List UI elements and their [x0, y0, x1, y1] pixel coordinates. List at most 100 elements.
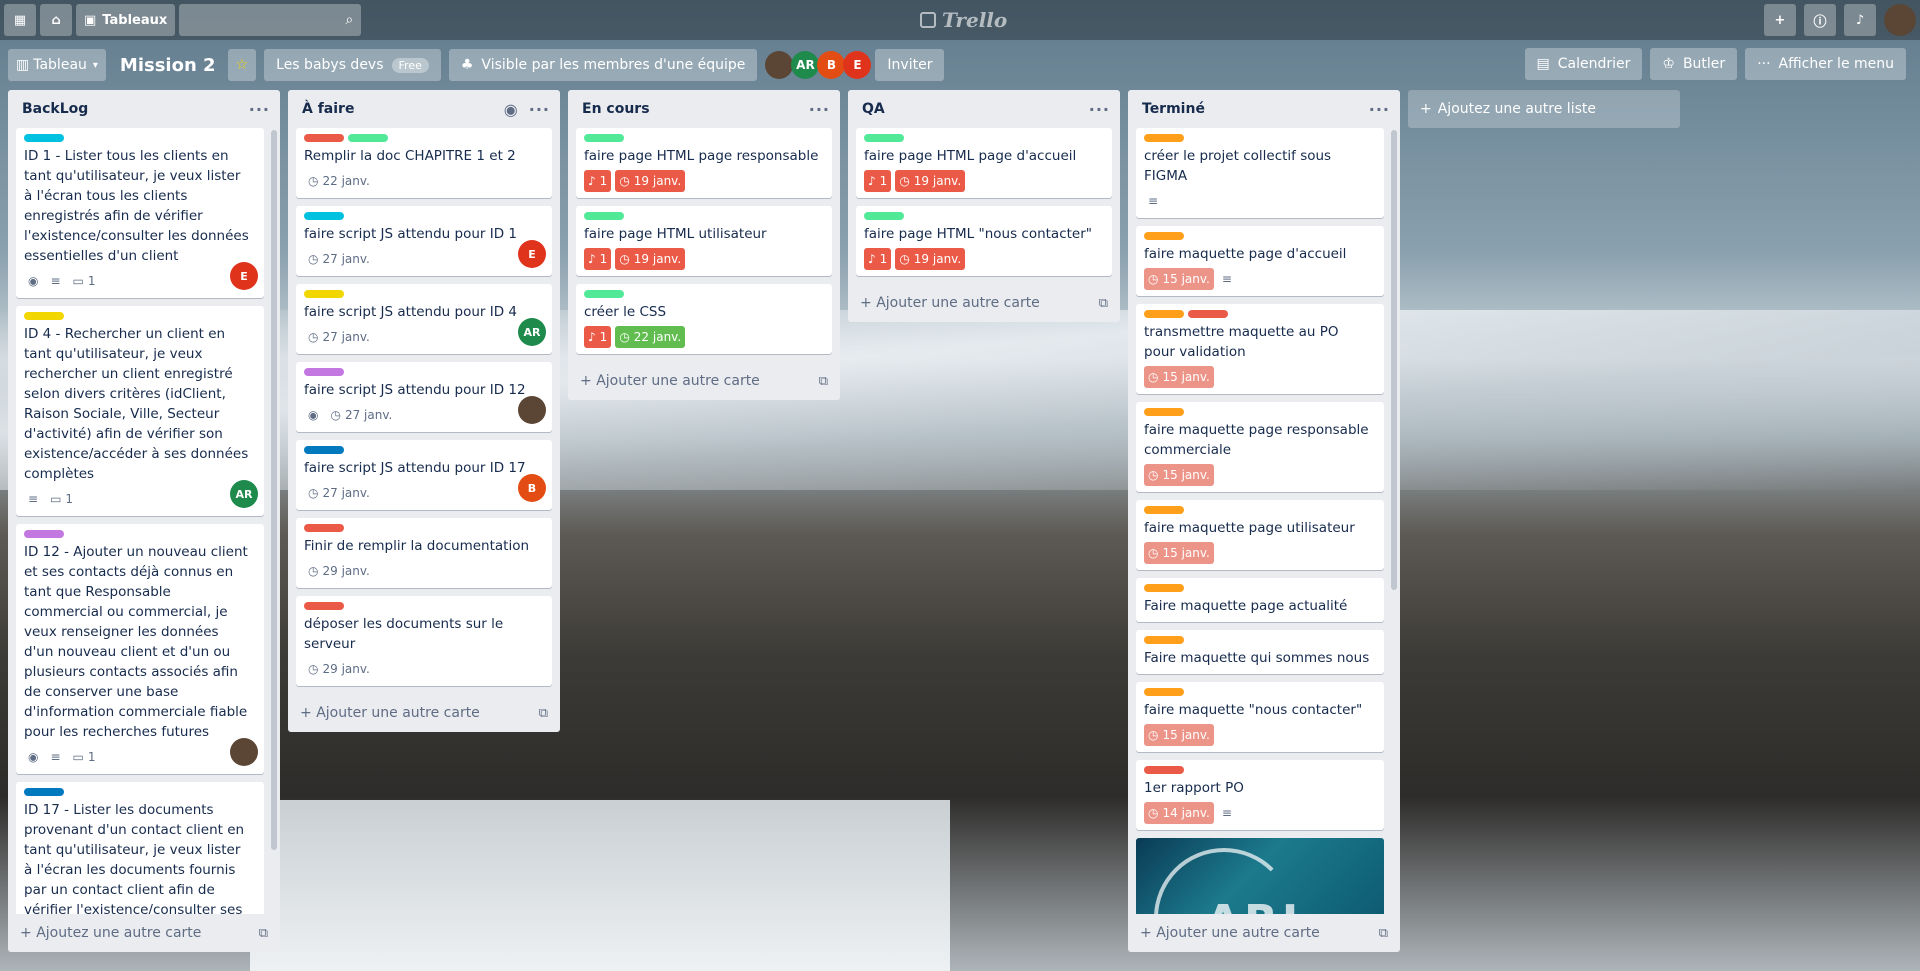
card-member-avatar[interactable]: AR: [518, 318, 546, 346]
list-footer: + Ajouter une autre carte ⧉: [1128, 914, 1400, 952]
clock-icon: ◷: [308, 486, 319, 500]
card[interactable]: faire page HTML "nous contacter" ♪ 1 ◷ 19 j…: [856, 206, 1112, 276]
card-member-avatar[interactable]: [230, 738, 258, 766]
show-menu-button[interactable]: ··· Afficher le menu: [1745, 48, 1906, 80]
card[interactable]: créer le CSS ♪ 1 ◷ 22 janv.: [576, 284, 832, 354]
board-view-switcher[interactable]: ▥ Tableau ▾: [8, 49, 106, 81]
member-avatar[interactable]: AR: [791, 51, 820, 79]
list-en-cours[interactable]: En cours ··· faire page HTML page respons…: [568, 90, 840, 400]
watch-icon: ◉: [308, 408, 319, 422]
card-template-icon[interactable]: ⧉: [1379, 926, 1388, 941]
list-title[interactable]: QA: [862, 101, 1079, 117]
create-plus-icon[interactable]: +: [1764, 4, 1796, 36]
home-icon[interactable]: ⌂: [40, 4, 72, 36]
list-menu-icon[interactable]: ···: [1089, 100, 1110, 119]
notification-badge: ♪ 1: [584, 326, 612, 348]
list-title[interactable]: En cours: [582, 101, 799, 117]
card[interactable]: faire maquette page responsable commerci…: [1136, 402, 1384, 492]
notifications-bell-icon[interactable]: ♪: [1844, 4, 1876, 36]
due-date-badge: ◷ 19 janv.: [895, 248, 966, 270]
list-scrollbar[interactable]: [1391, 130, 1397, 590]
member-avatar[interactable]: E: [843, 51, 872, 79]
card[interactable]: faire maquette page utilisateur ◷ 15 janv…: [1136, 500, 1384, 570]
card[interactable]: faire script JS attendu pour ID 4 ◷ 27 ja…: [296, 284, 552, 354]
list-menu-icon[interactable]: ···: [809, 100, 830, 119]
card-member-avatar[interactable]: AR: [230, 480, 258, 508]
card-title: déposer les documents sur le serveur: [304, 616, 504, 652]
list-menu-icon[interactable]: ···: [1369, 100, 1390, 119]
due-date-badge: ◷ 15 janv.: [1144, 542, 1214, 564]
list-title[interactable]: BackLog: [22, 101, 239, 117]
card-template-icon[interactable]: ⧉: [1099, 296, 1108, 311]
card[interactable]: faire script JS attendu pour ID 1 ◷ 27 ja…: [296, 206, 552, 276]
list-backlog[interactable]: BackLog ··· ID 1 - Lister tous les client…: [8, 90, 280, 952]
card[interactable]: faire page HTML page responsable ♪ 1 ◷ 19 j…: [576, 128, 832, 198]
card-member-avatar[interactable]: B: [518, 474, 546, 502]
visibility-button[interactable]: ♣ Visible par les membres d'une équipe: [448, 49, 758, 81]
card-member-avatar[interactable]: [518, 396, 546, 424]
add-card-button[interactable]: + Ajouter une autre carte: [300, 705, 539, 721]
member-avatar[interactable]: [765, 51, 794, 79]
list-a-faire[interactable]: À faire ◉ ··· Remplir la doc CHAPITRE 1 et…: [288, 90, 560, 732]
search-input[interactable]: ⌕: [179, 4, 362, 36]
board-title[interactable]: Mission 2: [120, 55, 216, 76]
card[interactable]: faire page HTML page d'accueil ♪ 1 ◷ 19 jan…: [856, 128, 1112, 198]
label-red: [304, 134, 344, 142]
card-title: Faire maquette qui sommes nous: [1144, 650, 1370, 666]
card[interactable]: faire page HTML utilisateur ♪ 1 ◷ 19 janv.: [576, 206, 832, 276]
user-avatar[interactable]: [1884, 4, 1916, 36]
card[interactable]: transmettre maquette au PO pour validati…: [1136, 304, 1384, 394]
calendar-label: Calendrier: [1557, 56, 1631, 72]
card[interactable]: ID 1 - Lister tous les clients en tant q…: [16, 128, 264, 298]
card[interactable]: faire maquette "nous contacter" ◷ 15 janv…: [1136, 682, 1384, 752]
card[interactable]: créer le projet collectif sous FIGMA ≡: [1136, 128, 1384, 218]
notification-badge: ♪ 1: [864, 170, 892, 192]
card-title: faire maquette "nous contacter": [1144, 702, 1363, 718]
card[interactable]: Remplir la doc CHAPITRE 1 et 2 ◷ 22 janv.: [296, 128, 552, 198]
list-title[interactable]: Terminé: [1142, 101, 1359, 117]
star-icon[interactable]: ☆: [227, 49, 257, 81]
card-title: transmettre maquette au PO pour validati…: [1144, 324, 1339, 360]
card[interactable]: faire script JS attendu pour ID 12 ◉ ◷ 27 …: [296, 362, 552, 432]
card[interactable]: Faire maquette page actualité: [1136, 578, 1384, 622]
apps-grid-icon[interactable]: ▦: [4, 4, 36, 36]
list-termine[interactable]: Terminé ··· créer le projet collectif sou…: [1128, 90, 1400, 952]
card-template-icon[interactable]: ⧉: [539, 706, 548, 721]
add-card-button[interactable]: + Ajoutez une autre carte: [20, 925, 259, 941]
invite-button[interactable]: Inviter: [875, 49, 945, 81]
add-card-button[interactable]: + Ajouter une autre carte: [580, 373, 819, 389]
card[interactable]: ID 17 - Lister les documents provenant d…: [16, 782, 264, 914]
card[interactable]: 1er rapport PO ◷ 14 janv. ≡: [1136, 760, 1384, 830]
add-card-button[interactable]: + Ajouter une autre carte: [860, 295, 1099, 311]
add-card-button[interactable]: + Ajouter une autre carte: [1140, 925, 1379, 941]
card[interactable]: Faire maquette qui sommes nous: [1136, 630, 1384, 674]
card[interactable]: ID 4 - Rechercher un client en tant qu'u…: [16, 306, 264, 516]
card[interactable]: ID 12 - Ajouter un nouveau client et ses…: [16, 524, 264, 774]
card-member-avatar[interactable]: E: [230, 262, 258, 290]
calendar-button[interactable]: ▤ Calendrier: [1524, 48, 1643, 80]
list-menu-icon[interactable]: ···: [529, 100, 550, 119]
info-icon[interactable]: ⓘ: [1804, 4, 1836, 36]
card[interactable]: faire script JS attendu pour ID 17 ◷ 27 j…: [296, 440, 552, 510]
add-card-label: Ajouter une autre carte: [316, 705, 480, 721]
card[interactable]: faire maquette page d'accueil ◷ 15 janv. ≡: [1136, 226, 1384, 296]
list-scrollbar[interactable]: [271, 130, 277, 850]
search-icon: ⌕: [345, 12, 354, 28]
add-list-button[interactable]: + Ajoutez une autre liste: [1408, 90, 1680, 128]
card-cover-image[interactable]: ARI: [1136, 838, 1384, 914]
list-menu-icon[interactable]: ···: [249, 100, 270, 119]
list-qa[interactable]: QA ··· faire page HTML page d'accueil ♪ 1 ◷…: [848, 90, 1120, 322]
trello-logo[interactable]: Trello: [920, 8, 1007, 32]
card-template-icon[interactable]: ⧉: [259, 926, 268, 941]
card-title: faire script JS attendu pour ID 4: [304, 304, 518, 320]
card-template-icon[interactable]: ⧉: [819, 374, 828, 389]
card[interactable]: Finir de remplir la documentation ◷ 29 ja…: [296, 518, 552, 588]
boards-button[interactable]: ▣ Tableaux: [76, 4, 176, 36]
team-button[interactable]: Les babys devs Free: [264, 49, 441, 81]
member-avatar[interactable]: B: [817, 51, 846, 79]
butler-button[interactable]: ♔ Butler: [1650, 48, 1738, 80]
card-member-avatar[interactable]: E: [518, 240, 546, 268]
list-title[interactable]: À faire: [302, 101, 494, 117]
calendar-icon: ▤: [1536, 56, 1550, 72]
card[interactable]: déposer les documents sur le serveur ◷ 29…: [296, 596, 552, 686]
